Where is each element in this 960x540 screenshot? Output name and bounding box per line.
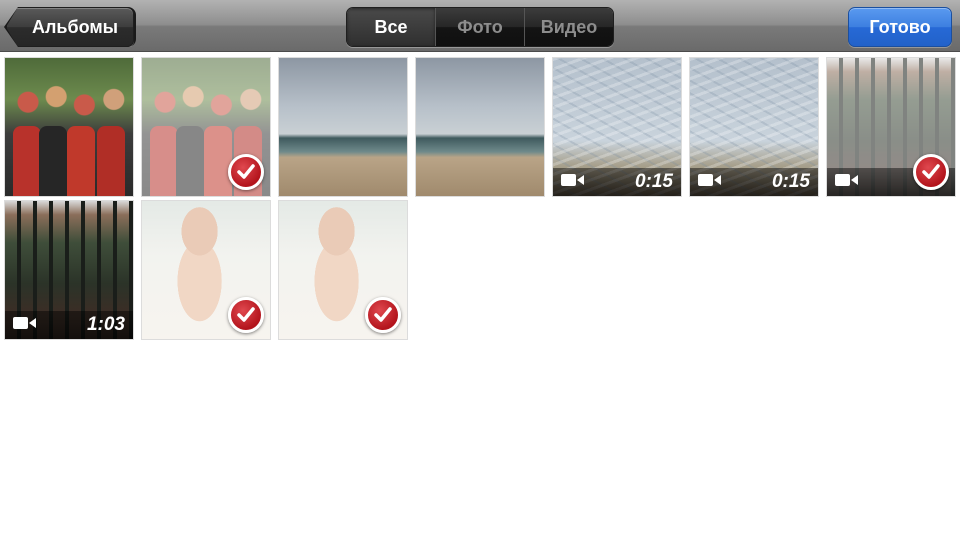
checkmark-icon <box>228 297 264 333</box>
media-thumbnail[interactable] <box>141 200 271 340</box>
segment-all[interactable]: Все <box>347 8 435 46</box>
segment-all-label: Все <box>374 16 408 37</box>
segment-videos-label: Видео <box>540 16 598 37</box>
video-camera-icon <box>698 173 722 192</box>
video-info-bar: 1:03 <box>5 311 133 339</box>
video-camera-icon <box>835 173 859 192</box>
navigation-bar: Альбомы Все Фото Видео Готово <box>0 0 960 52</box>
video-duration: 0:15 <box>771 171 810 192</box>
segment-photos-label: Фото <box>457 16 503 37</box>
video-info-bar: 0:15 <box>553 168 681 196</box>
photo-image <box>416 58 544 196</box>
media-thumbnail[interactable] <box>826 57 956 197</box>
media-filter-segmented-control: Все Фото Видео <box>346 7 614 47</box>
segment-photos[interactable]: Фото <box>435 8 524 46</box>
media-thumbnail[interactable] <box>415 57 545 197</box>
checkmark-icon <box>365 297 401 333</box>
media-thumbnail[interactable] <box>4 57 134 197</box>
media-thumbnail[interactable]: 0:15 <box>689 57 819 197</box>
photo-image <box>279 58 407 196</box>
albums-back-button[interactable]: Альбомы <box>6 7 134 47</box>
photo-image <box>5 58 133 196</box>
video-info-bar: 0:15 <box>690 168 818 196</box>
checkmark-icon <box>913 154 949 190</box>
media-thumbnail[interactable]: 1:03 <box>4 200 134 340</box>
media-thumbnail[interactable] <box>278 200 408 340</box>
video-duration: 0:15 <box>634 171 673 192</box>
video-camera-icon <box>13 316 37 335</box>
media-thumbnail[interactable] <box>141 57 271 197</box>
video-duration: 1:03 <box>86 314 125 335</box>
media-thumbnail[interactable]: 0:15 <box>552 57 682 197</box>
media-thumbnail[interactable] <box>278 57 408 197</box>
done-button[interactable]: Готово <box>848 7 952 47</box>
done-button-label: Готово <box>869 16 931 37</box>
checkmark-icon <box>228 154 264 190</box>
segment-videos[interactable]: Видео <box>524 8 613 46</box>
media-grid: 0:15 0:15 1:03 <box>0 52 960 540</box>
video-camera-icon <box>561 173 585 192</box>
albums-back-label: Альбомы <box>31 16 119 37</box>
